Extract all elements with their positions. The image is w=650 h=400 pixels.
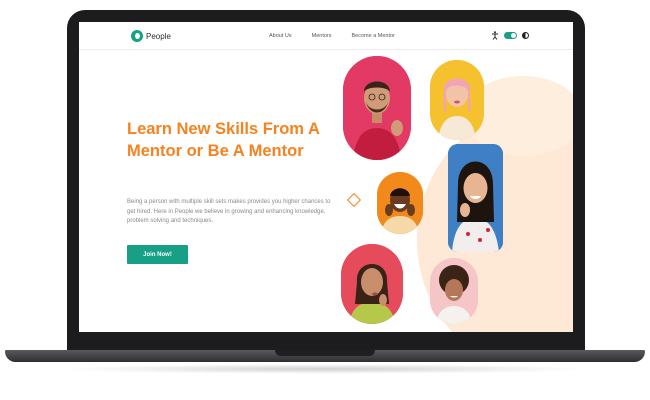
join-now-button[interactable]: Join Now!	[127, 245, 188, 264]
mentor-photo-6	[430, 258, 478, 324]
mentor-photo-5	[341, 244, 403, 324]
logo-text: People	[146, 31, 171, 41]
nav-tools	[491, 31, 529, 40]
diamond-decoration	[346, 192, 362, 208]
theme-toggle[interactable]	[504, 32, 517, 39]
logo-icon	[131, 30, 143, 42]
laptop-shadow	[60, 364, 590, 374]
logo[interactable]: People	[131, 30, 171, 42]
mentor-photo-1	[343, 56, 411, 160]
hero-title: Learn New Skills From A Mentor or Be A M…	[127, 120, 320, 160]
laptop-notch	[275, 350, 375, 356]
nav-link-about-us[interactable]: About Us	[269, 33, 292, 39]
mentor-photo-3	[377, 172, 423, 234]
navbar: People About Us Mentors Become a Mentor	[79, 22, 573, 50]
mentor-photo-2	[430, 60, 484, 140]
contrast-icon[interactable]	[522, 32, 529, 39]
hero-description: Being a person with multiple skill sets …	[127, 199, 331, 224]
nav-link-become-a-mentor[interactable]: Become a Mentor	[352, 33, 395, 39]
accessibility-icon[interactable]	[491, 31, 499, 40]
nav-links: About Us Mentors Become a Mentor	[269, 33, 395, 39]
nav-link-mentors[interactable]: Mentors	[312, 33, 332, 39]
screen: People About Us Mentors Become a Mentor …	[79, 22, 573, 332]
mentor-photo-4	[448, 144, 503, 252]
